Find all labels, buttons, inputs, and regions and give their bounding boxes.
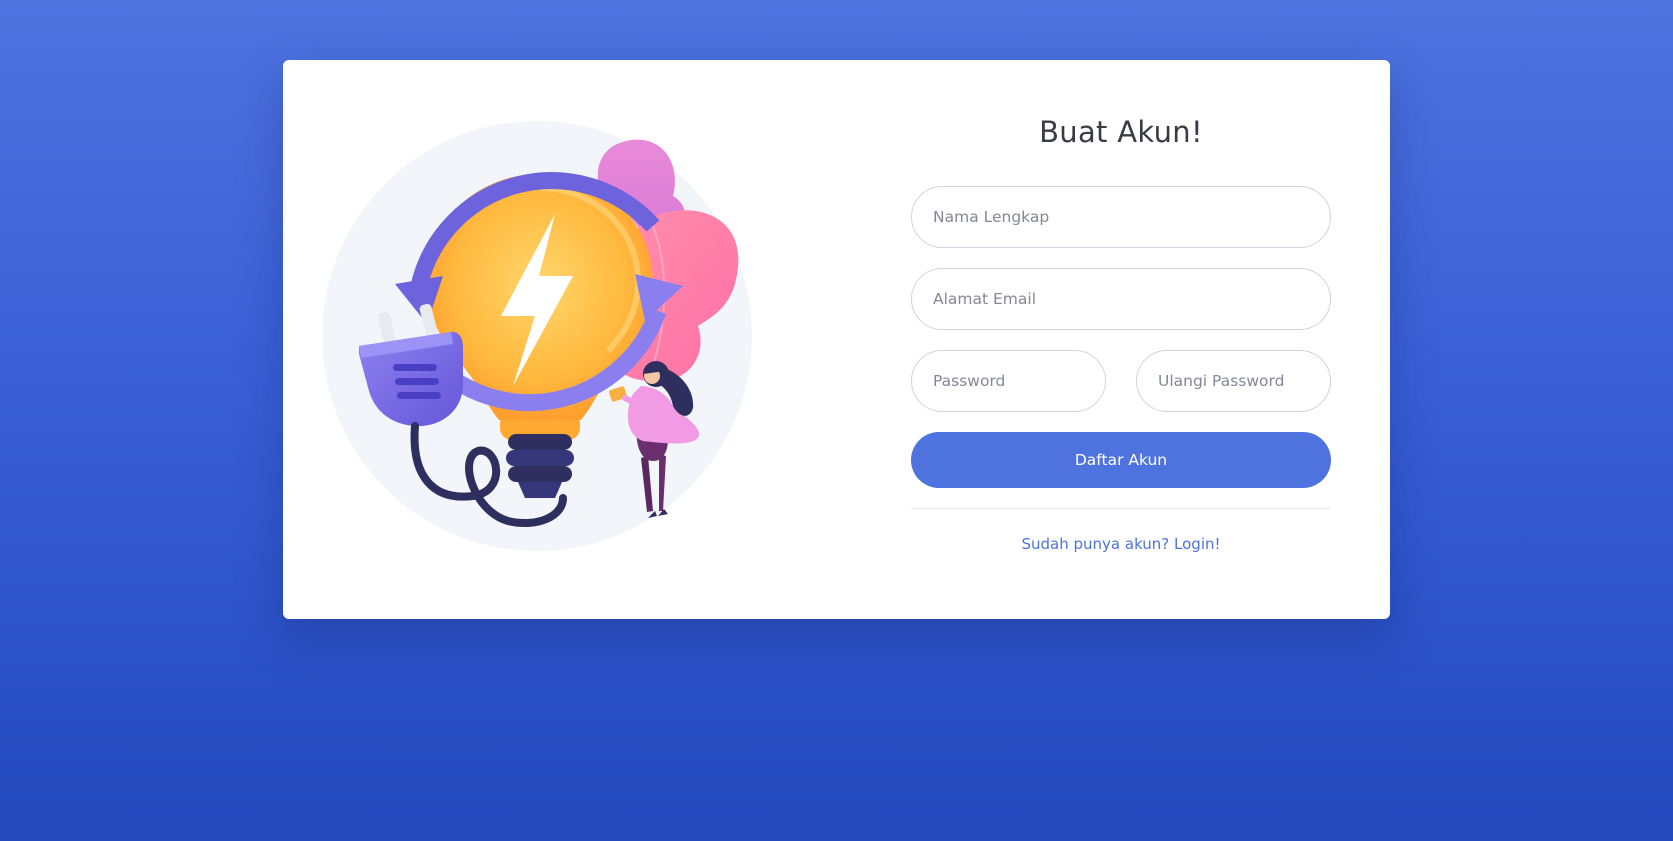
energy-illustration <box>322 116 763 556</box>
repeat-password-input[interactable] <box>1136 350 1331 412</box>
energy-illustration-svg <box>322 121 752 551</box>
email-input[interactable] <box>911 268 1331 330</box>
page-title: Buat Akun! <box>1039 115 1203 149</box>
register-card: Buat Akun! Daftar Akun Sudah punya akun?… <box>283 60 1390 619</box>
password-input[interactable] <box>911 350 1106 412</box>
register-button[interactable]: Daftar Akun <box>911 432 1331 488</box>
full-name-input[interactable] <box>911 186 1331 248</box>
login-link[interactable]: Sudah punya akun? Login! <box>911 535 1331 553</box>
divider <box>911 508 1331 509</box>
